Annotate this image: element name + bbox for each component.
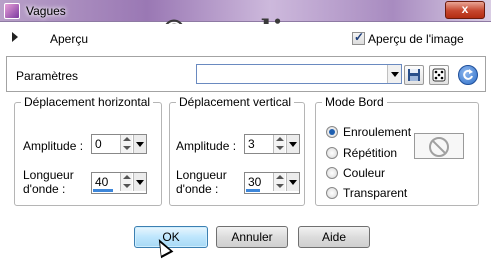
horizontal-amplitude-value: 0	[95, 137, 102, 151]
horizontal-amplitude-stepper[interactable]: 0	[91, 134, 147, 154]
stepper-arrows-icon[interactable]	[273, 173, 285, 191]
parameters-label: Paramètres	[16, 69, 79, 83]
ok-button[interactable]: OK	[134, 226, 208, 248]
radio-repeat[interactable]: Répétition	[326, 145, 397, 160]
chevron-down-icon[interactable]	[133, 135, 146, 153]
horizontal-wavelength-stepper[interactable]: 40	[91, 172, 147, 194]
check-icon: ✓	[354, 30, 365, 45]
vertical-wavelength-label-line1: Longueur	[176, 168, 227, 182]
expand-preview-icon[interactable]	[12, 32, 18, 42]
reset-button[interactable]	[458, 65, 478, 85]
radio-transparent-button[interactable]	[326, 186, 338, 199]
show-image-checkbox[interactable]: ✓ Aperçu de l'image	[352, 30, 464, 46]
parameters-panel: Paramètres	[6, 56, 486, 92]
stepper-arrows-icon[interactable]	[120, 135, 132, 153]
cancel-button[interactable]: Annuler	[216, 226, 288, 248]
checkbox-box[interactable]: ✓	[352, 30, 365, 46]
radio-wrap[interactable]: Enroulement	[326, 124, 411, 139]
dice-icon	[432, 68, 446, 82]
vertical-amplitude-label: Amplitude :	[176, 139, 237, 153]
horizontal-wavelength-label-line1: Longueur	[23, 168, 74, 182]
chevron-down-icon[interactable]	[387, 65, 401, 83]
value-level-bar	[93, 189, 113, 192]
no-color-icon	[429, 137, 449, 157]
horizontal-wavelength-label-line2: d'onde :	[23, 182, 66, 196]
horizontal-displacement-group: Déplacement horizontal Amplitude : 0 Lon…	[14, 95, 162, 206]
save-preset-button[interactable]	[404, 65, 424, 85]
window-title: Vagues	[26, 4, 66, 18]
preview-row: Aperçu ✓ Aperçu de l'image	[0, 24, 491, 54]
chevron-down-icon[interactable]	[133, 173, 146, 191]
vertical-amplitude-value: 3	[248, 137, 255, 151]
chevron-down-icon[interactable]	[286, 135, 299, 153]
preset-select[interactable]	[196, 64, 402, 84]
stepper-arrows-icon[interactable]	[273, 135, 285, 153]
horizontal-group-title: Déplacement horizontal	[21, 95, 154, 109]
close-button[interactable]: x	[445, 1, 485, 19]
color-swatch[interactable]	[414, 133, 464, 159]
vertical-displacement-group: Déplacement vertical Amplitude : 3 Longu…	[169, 95, 305, 206]
radio-transparent[interactable]: Transparent	[326, 185, 407, 200]
border-mode-group: Mode Bord Enroulement Répétition Couleur…	[315, 95, 479, 206]
horizontal-wavelength-label: Longueur d'onde :	[23, 168, 74, 196]
border-mode-title: Mode Bord	[322, 95, 387, 109]
reset-icon	[463, 69, 473, 80]
vertical-wavelength-stepper[interactable]: 30	[244, 172, 300, 194]
vertical-wavelength-label: Longueur d'onde :	[176, 168, 227, 196]
value-level-bar	[246, 189, 260, 192]
help-button[interactable]: Aide	[298, 226, 370, 248]
radio-wrap-label: Enroulement	[343, 124, 412, 139]
vertical-group-title: Déplacement vertical	[176, 95, 295, 109]
vertical-wavelength-label-line2: d'onde :	[176, 182, 219, 196]
stepper-arrows-icon[interactable]	[120, 173, 132, 191]
radio-color[interactable]: Couleur	[326, 165, 385, 180]
vertical-amplitude-stepper[interactable]: 3	[244, 134, 300, 154]
save-icon	[408, 69, 420, 81]
radio-repeat-label: Répétition	[343, 145, 398, 160]
radio-transparent-label: Transparent	[343, 185, 408, 200]
horizontal-amplitude-label: Amplitude :	[23, 139, 84, 153]
random-button[interactable]	[429, 65, 449, 85]
app-icon	[4, 3, 20, 19]
preview-label: Aperçu	[50, 32, 89, 46]
show-image-label: Aperçu de l'image	[368, 31, 464, 46]
radio-wrap-button[interactable]	[326, 125, 338, 138]
radio-repeat-button[interactable]	[326, 146, 338, 159]
vertical-wavelength-value: 30	[248, 175, 262, 189]
chevron-down-icon[interactable]	[286, 173, 299, 191]
radio-color-label: Couleur	[343, 165, 386, 180]
horizontal-wavelength-value: 40	[95, 175, 109, 189]
radio-color-button[interactable]	[326, 166, 338, 179]
